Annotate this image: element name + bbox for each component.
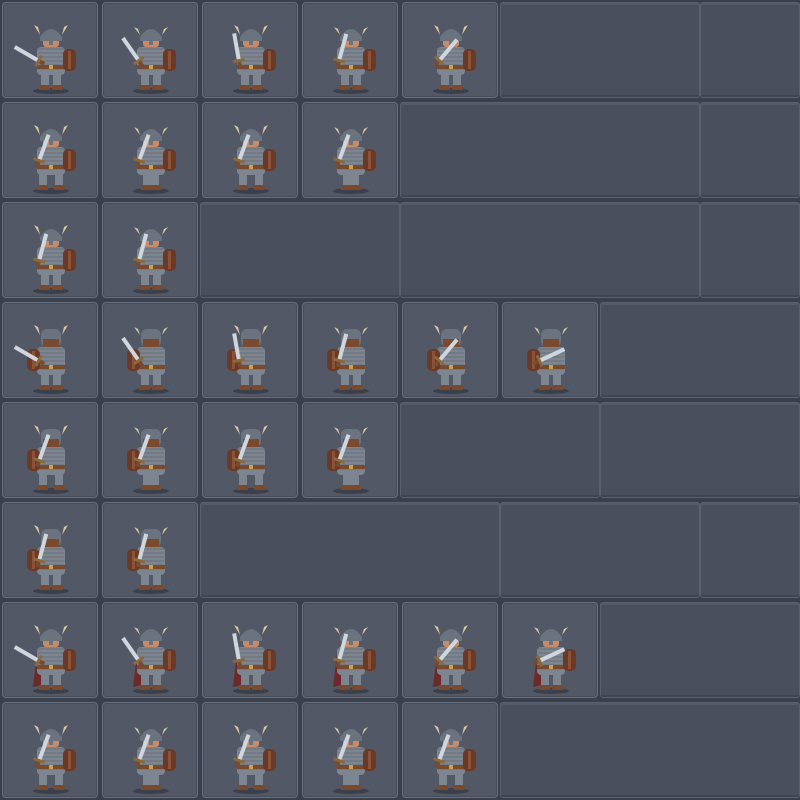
warrior-sprite (13, 625, 76, 694)
stone-brick-filler (700, 2, 800, 98)
warrior-sprite (233, 725, 276, 794)
sprite-frame[interactable] (102, 602, 198, 698)
sprite-frame[interactable] (2, 502, 98, 598)
sprite-frame[interactable] (102, 502, 198, 598)
sprite-sheet (0, 0, 800, 800)
sprite-frame[interactable] (102, 302, 198, 398)
warrior-sprite (433, 25, 476, 94)
warrior-sprite (27, 525, 69, 594)
sprite-row-attack-front (0, 600, 800, 700)
warrior-sprite (427, 325, 469, 394)
stone-brick-filler (700, 102, 800, 198)
sprite-frame[interactable] (202, 402, 298, 498)
sprite-frame[interactable] (2, 602, 98, 698)
sprite-frame[interactable] (102, 702, 198, 798)
sprite-frame[interactable] (302, 2, 398, 98)
warrior-sprite (32, 225, 76, 294)
warrior-sprite (232, 625, 276, 694)
sprite-frame[interactable] (502, 602, 598, 698)
warrior-sprite (527, 327, 569, 394)
stone-brick-filler (600, 602, 800, 698)
sprite-row-attack-front-right (0, 0, 800, 100)
stone-brick-filler (500, 702, 800, 798)
warrior-sprite (233, 125, 276, 194)
warrior-sprite (532, 627, 576, 694)
stone-brick-filler (400, 102, 700, 198)
sprite-frame[interactable] (2, 202, 98, 298)
sprite-row-idle-back (0, 500, 800, 600)
stone-brick-filler (700, 202, 800, 298)
sprite-row-attack-back (0, 300, 800, 400)
sprite-row-walk-side (0, 100, 800, 200)
sprite-frame[interactable] (302, 102, 398, 198)
warrior-sprite (132, 227, 176, 294)
stone-brick-filler (200, 202, 400, 298)
warrior-sprite (133, 727, 176, 794)
stone-brick-filler (600, 402, 800, 498)
sprite-frame[interactable] (2, 2, 98, 98)
sprite-frame[interactable] (302, 302, 398, 398)
warrior-sprite (121, 27, 176, 94)
sprite-frame[interactable] (2, 402, 98, 498)
warrior-sprite (13, 25, 76, 94)
sprite-frame[interactable] (302, 702, 398, 798)
sprite-frame[interactable] (402, 302, 498, 398)
sprite-frame[interactable] (302, 402, 398, 498)
warrior-sprite (127, 427, 169, 494)
sprite-frame[interactable] (102, 102, 198, 198)
sprite-frame[interactable] (2, 102, 98, 198)
sprite-frame[interactable] (102, 202, 198, 298)
stone-brick-filler (200, 502, 500, 598)
sprite-frame[interactable] (302, 602, 398, 698)
warrior-sprite (33, 725, 76, 794)
sprite-frame[interactable] (202, 102, 298, 198)
warrior-sprite (433, 725, 476, 794)
sprite-frame[interactable] (102, 402, 198, 498)
sprite-frame[interactable] (202, 302, 298, 398)
stone-brick-filler (400, 202, 700, 298)
warrior-sprite (133, 127, 176, 194)
sprite-frame[interactable] (402, 702, 498, 798)
warrior-sprite (232, 25, 276, 94)
warrior-sprite (121, 627, 176, 694)
warrior-sprite (332, 627, 376, 694)
sprite-frame[interactable] (202, 602, 298, 698)
sprite-frame[interactable] (502, 302, 598, 398)
warrior-sprite (27, 425, 69, 494)
warrior-sprite (13, 325, 69, 394)
warrior-sprite (227, 325, 269, 394)
warrior-sprite (327, 327, 369, 394)
sprite-frame[interactable] (202, 702, 298, 798)
sprite-frame[interactable] (402, 602, 498, 698)
sprite-row-walk-front (0, 700, 800, 800)
warrior-sprite (127, 527, 169, 594)
warrior-sprite (227, 425, 269, 494)
stone-brick-filler (400, 402, 600, 498)
stone-brick-filler (600, 302, 800, 398)
stone-brick-filler (700, 502, 800, 598)
stone-brick-filler (500, 2, 700, 98)
sprite-frame[interactable] (402, 2, 498, 98)
sprite-frame[interactable] (2, 702, 98, 798)
warrior-sprite (327, 427, 369, 494)
sprite-row-walk-back (0, 400, 800, 500)
warrior-sprite (121, 327, 169, 394)
warrior-sprite (433, 625, 476, 694)
warrior-sprite (332, 27, 376, 94)
sprite-frame[interactable] (202, 2, 298, 98)
warrior-sprite (333, 727, 376, 794)
sprite-frame[interactable] (102, 2, 198, 98)
stone-brick-filler (500, 502, 700, 598)
sprite-row-idle-side (0, 200, 800, 300)
sprite-frame[interactable] (2, 302, 98, 398)
warrior-sprite (333, 127, 376, 194)
warrior-sprite (33, 125, 76, 194)
